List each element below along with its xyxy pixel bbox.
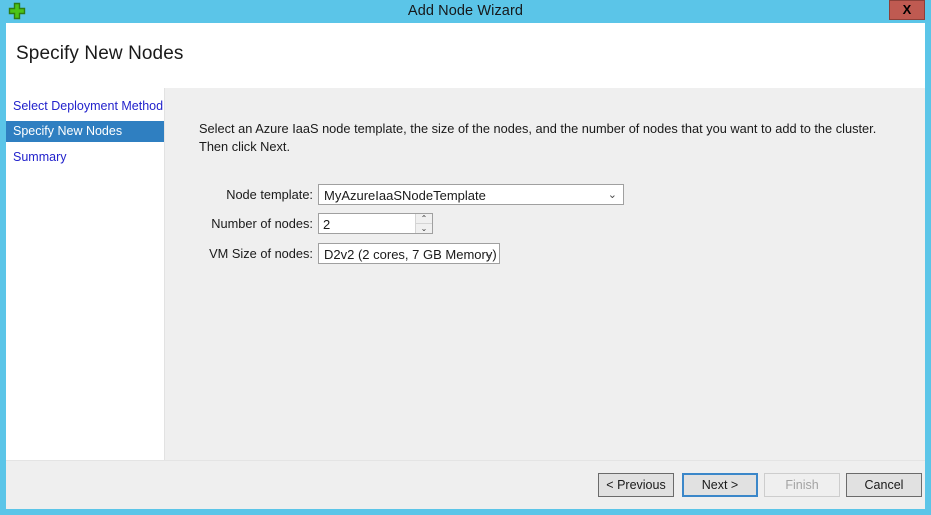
wizard-header: Specify New Nodes [6,23,925,88]
wizard-footer: < Previous Next > Finish Cancel [6,460,925,509]
number-of-nodes-value: 2 [323,217,331,232]
stepper-buttons: ⌃ ⌄ [415,214,432,233]
client-area: Specify New Nodes Select Deployment Meth… [6,23,925,509]
node-template-value: MyAzureIaaSNodeTemplate [324,188,486,203]
node-template-label: Node template: [226,187,313,202]
node-template-select[interactable]: MyAzureIaaSNodeTemplate ⌄ [318,184,624,205]
next-button[interactable]: Next > [682,473,758,497]
title-bar: Add Node Wizard X [0,0,931,23]
vm-size-label: VM Size of nodes: [209,246,313,261]
chevron-down-icon: ⌄ [483,248,493,260]
stepper-up-icon[interactable]: ⌃ [416,214,432,224]
number-of-nodes-stepper[interactable]: 2 ⌃ ⌄ [318,213,433,234]
page-title: Specify New Nodes [16,43,184,64]
vm-size-value: D2v2 (2 cores, 7 GB Memory) [324,247,497,262]
sidebar-item-specify-new-nodes[interactable]: Specify New Nodes [6,121,164,142]
chevron-down-icon: ⌄ [607,189,617,201]
cancel-button[interactable]: Cancel [846,473,922,497]
finish-button: Finish [764,473,840,497]
stepper-down-icon[interactable]: ⌄ [416,223,432,233]
vm-size-select[interactable]: D2v2 (2 cores, 7 GB Memory) ⌄ [318,243,500,264]
sidebar-item-select-deployment-method[interactable]: Select Deployment Method [6,96,164,117]
wizard-step-nav: Select Deployment Method Specify New Nod… [6,88,164,460]
number-of-nodes-label: Number of nodes: [211,216,313,231]
close-icon[interactable]: X [889,0,925,20]
sidebar-item-label: Specify New Nodes [13,124,123,138]
window-title: Add Node Wizard [407,3,524,19]
sidebar-item-label: Summary [13,150,67,164]
sidebar-item-label: Select Deployment Method [13,99,164,113]
previous-button[interactable]: < Previous [598,473,674,497]
sidebar-item-summary[interactable]: Summary [6,147,164,168]
add-node-wizard-window: Add Node Wizard X Specify New Nodes Sele… [0,0,931,515]
instruction-text: Select an Azure IaaS node template, the … [199,121,877,154]
wizard-content-panel: Select an Azure IaaS node template, the … [164,88,925,460]
